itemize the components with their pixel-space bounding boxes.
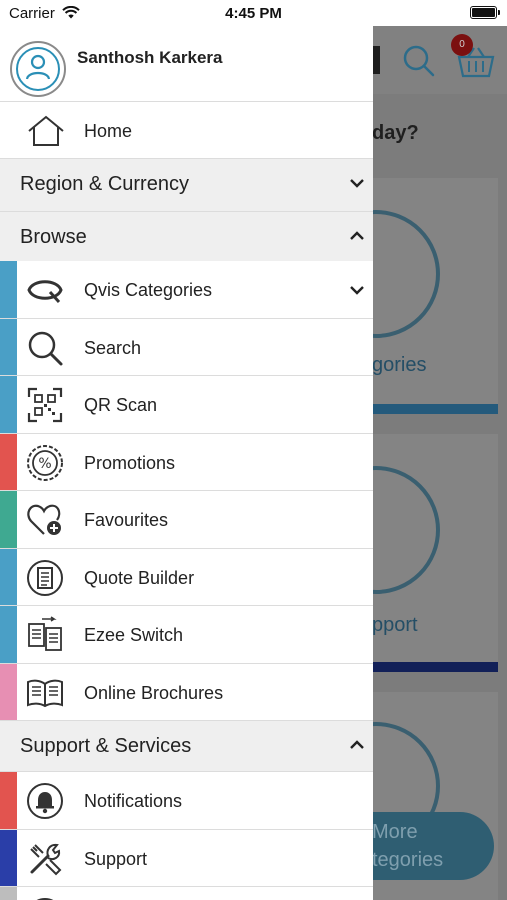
color-stripe: [0, 663, 17, 720]
qr-code-icon: [26, 386, 64, 424]
color-stripe: [0, 548, 17, 605]
qvis-logo-icon: [26, 271, 64, 309]
menu-item-label: Notifications: [84, 791, 183, 811]
menu-item-label: Favourites: [84, 510, 169, 530]
color-stripe: [0, 433, 17, 490]
chevron-down-icon: [349, 283, 365, 301]
menu-item-qvis-categories[interactable]: Qvis Categories: [0, 261, 373, 319]
search-icon: [26, 329, 64, 367]
avatar: [10, 41, 66, 97]
background-subtitle: day?: [372, 122, 419, 144]
percent-badge-icon: %: [26, 444, 64, 482]
chevron-up-icon: [349, 229, 365, 247]
heart-plus-icon: [26, 501, 64, 539]
menu-item-notifications[interactable]: Notifications: [0, 772, 373, 830]
color-stripe: [0, 376, 17, 433]
section-support-services[interactable]: Support & Services: [0, 721, 373, 772]
menu-item-label: Support: [84, 848, 148, 869]
color-stripe: [0, 261, 17, 318]
menu-item-online-brochures[interactable]: Online Brochures: [0, 663, 373, 721]
background-card-categories: gories: [312, 178, 498, 414]
user-name: Santhosh Karkera: [77, 48, 223, 67]
open-book-icon: [26, 674, 64, 712]
color-stripe: [0, 318, 17, 375]
search-icon: [402, 44, 436, 83]
color-stripe: [0, 606, 17, 663]
basket-count-badge: 0: [451, 34, 473, 56]
section-browse[interactable]: Browse: [0, 212, 373, 261]
color-stripe: [0, 887, 17, 900]
clock: 4:45 PM: [225, 5, 282, 22]
menu-item-label: Qvis Categories: [84, 280, 213, 300]
menu-item-quote-builder[interactable]: Quote Builder: [0, 548, 373, 606]
navigation-drawer: Santhosh Karkera Home Region & Currency …: [0, 26, 373, 900]
section-region-currency[interactable]: Region & Currency: [0, 159, 373, 212]
bell-icon: [26, 782, 64, 820]
more-categories-label: More tegories: [372, 821, 444, 871]
section-label: Browse: [20, 226, 87, 248]
menu-item-label: Promotions: [84, 452, 176, 473]
background-card-label: gories: [372, 354, 427, 376]
menu-item-qr-scan[interactable]: QR Scan: [0, 376, 373, 434]
menu-item-home[interactable]: Home: [0, 102, 373, 159]
menu-item-ezee-switch[interactable]: Ezee Switch: [0, 606, 373, 664]
menu-item-label: Home: [84, 121, 133, 141]
menu-item-label: Quote Builder: [84, 567, 195, 588]
menu-item-partial[interactable]: [0, 887, 373, 900]
user-icon: [23, 52, 53, 87]
tools-icon: [26, 840, 64, 878]
switch-documents-icon: [26, 616, 64, 654]
background-card-support: pport: [312, 434, 498, 672]
menu-item-label: Online Brochures: [84, 682, 224, 703]
menu-item-favourites[interactable]: Favourites: [0, 491, 373, 549]
menu-item-label: Ezee Switch: [84, 625, 184, 645]
section-label: Region & Currency: [20, 173, 189, 195]
battery-icon: [470, 6, 500, 19]
background-card-label: pport: [372, 614, 418, 636]
menu-item-label: Search: [84, 337, 142, 358]
chevron-up-icon: [349, 738, 365, 756]
section-label: Support & Services: [20, 735, 192, 757]
svg-text:%: %: [38, 456, 51, 472]
status-bar: Carrier 4:45 PM: [0, 0, 507, 26]
menu-item-label: QR Scan: [84, 395, 158, 415]
menu-item-promotions[interactable]: % Promotions: [0, 433, 373, 491]
menu-item-support[interactable]: Support: [0, 829, 373, 887]
home-icon: [26, 114, 66, 153]
chevron-down-icon: [349, 176, 365, 194]
profile-header[interactable]: Santhosh Karkera: [0, 26, 373, 102]
color-stripe: [0, 491, 17, 548]
color-stripe: [0, 772, 17, 829]
document-icon: [26, 559, 64, 597]
color-stripe: [0, 829, 17, 886]
menu-item-search[interactable]: Search: [0, 318, 373, 376]
